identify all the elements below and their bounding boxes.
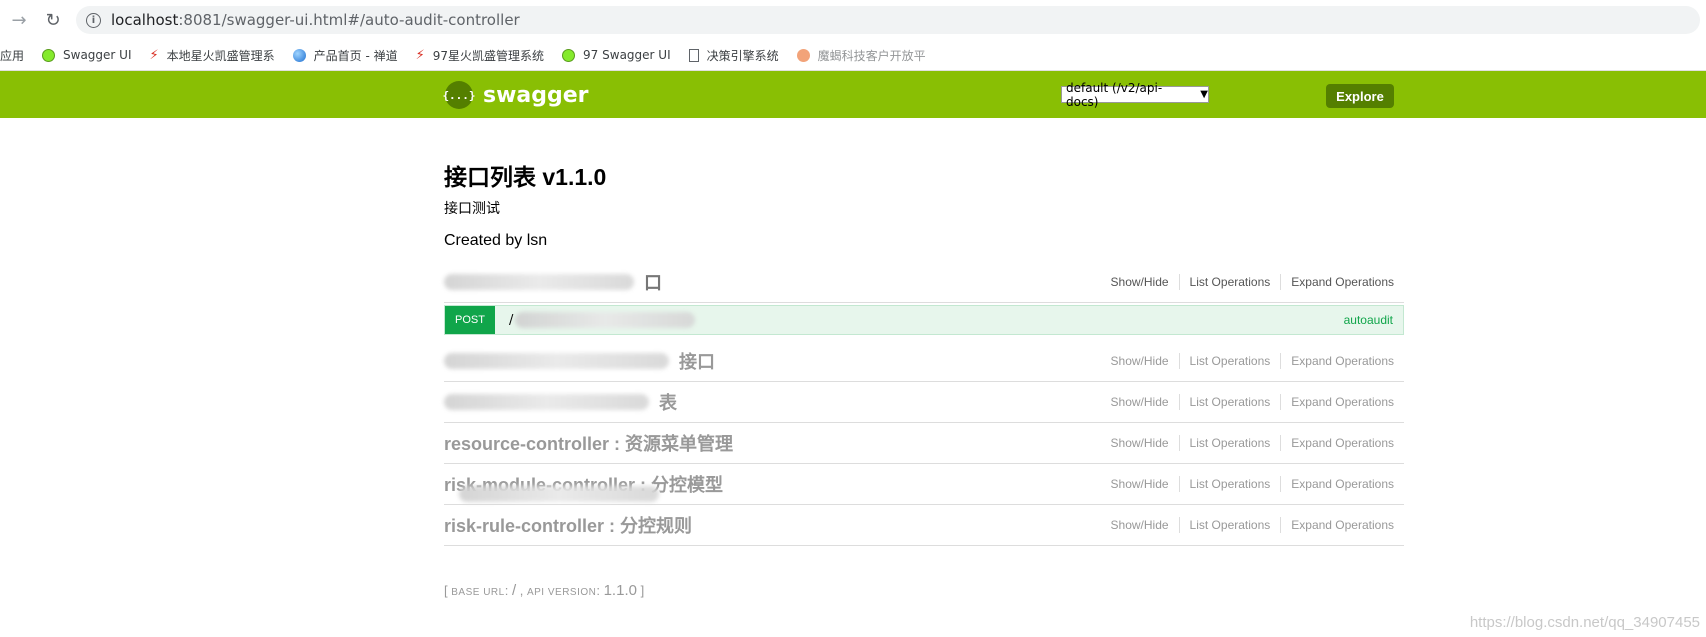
resource-operations: Show/Hide List Operations Expand Operati…: [1101, 435, 1404, 451]
list-operations-link[interactable]: List Operations: [1180, 354, 1281, 368]
bookmark-label: 产品首页 - 禅道: [313, 48, 398, 63]
red-logo-icon: ⚡: [149, 47, 159, 63]
api-content: 接口列表 v1.1.0 接口测试 Created by lsn 口 Show/H…: [444, 150, 1404, 599]
api-description: 接口测试: [444, 201, 500, 217]
base-url-value: /: [511, 582, 517, 599]
bookmark-moxie[interactable]: 魔蝎科技客户开放平: [796, 47, 926, 64]
bookmark-label: 魔蝎科技客户开放平: [817, 48, 926, 63]
swagger-logo-icon: {...}: [442, 81, 476, 109]
back-arrow-icon[interactable]: →: [2, 10, 36, 31]
resource-name[interactable]: 接口: [679, 348, 715, 374]
resource-name-text: 接口: [679, 352, 715, 372]
expand-operations-link[interactable]: Expand Operations: [1281, 395, 1404, 409]
redacted-blur: [444, 274, 634, 290]
red-logo-icon: ⚡: [415, 47, 425, 63]
spec-select[interactable]: default (/v2/api-docs) ▼: [1061, 81, 1209, 109]
api-version-value: 1.1.0: [603, 582, 637, 599]
globe-icon: [292, 48, 306, 62]
resource-name-text: 表: [659, 393, 677, 413]
list-operations-link[interactable]: List Operations: [1180, 518, 1281, 532]
swagger-logo[interactable]: {...} swagger: [442, 81, 589, 109]
expand-operations-link[interactable]: Expand Operations: [1281, 477, 1404, 491]
bookmark-97-system[interactable]: ⚡ 97星火凯盛管理系统: [416, 47, 544, 64]
resource-row: risk-rule-controller : 分控规则 Show/Hide Li…: [444, 505, 1404, 546]
bookmark-label: 应用: [0, 48, 25, 63]
swagger-logo-text: swagger: [483, 82, 589, 108]
resource-name[interactable]: 表: [659, 389, 677, 415]
resource-name[interactable]: resource-controller : 资源菜单管理: [444, 430, 733, 456]
swagger-icon: [42, 48, 56, 62]
operation-path[interactable]: /: [509, 313, 513, 328]
bookmark-label: 97星火凯盛管理系统: [432, 48, 545, 63]
resource-operations: Show/Hide List Operations Expand Operati…: [1101, 353, 1404, 369]
bookmark-97-swagger[interactable]: 97 Swagger UI: [562, 48, 671, 62]
expand-operations-link[interactable]: Expand Operations: [1281, 518, 1404, 532]
redacted-blur: [444, 394, 649, 410]
bookmark-zentao[interactable]: 产品首页 - 禅道: [292, 47, 398, 64]
address-bar[interactable]: i localhost:8081/swagger-ui.html#/auto-a…: [76, 6, 1700, 34]
expand-operations-link[interactable]: Expand Operations: [1281, 354, 1404, 368]
show-hide-link[interactable]: Show/Hide: [1101, 518, 1179, 532]
explore-button[interactable]: Explore: [1326, 84, 1394, 108]
orange-logo-icon: [796, 48, 810, 62]
redacted-blur: [515, 312, 695, 328]
redacted-blur: [459, 486, 659, 502]
show-hide-link[interactable]: Show/Hide: [1101, 395, 1179, 409]
bookmark-label: 97 Swagger UI: [583, 48, 671, 62]
base-url-footer: [ BASE URL: / , API VERSION: 1.1.0 ]: [444, 582, 645, 599]
list-operations-link[interactable]: List Operations: [1180, 395, 1281, 409]
list-operations-link[interactable]: List Operations: [1180, 436, 1281, 450]
api-created-by: Created by lsn: [444, 232, 548, 249]
show-hide-link[interactable]: Show/Hide: [1101, 436, 1179, 450]
api-title: 接口列表 v1.1.0: [444, 164, 607, 190]
resource-operations: Show/Hide List Operations Expand Operati…: [1101, 476, 1404, 492]
spec-select-value: default (/v2/api-docs): [1066, 80, 1163, 109]
bookmark-decision-engine[interactable]: 决策引擎系统: [688, 47, 779, 64]
watermark: https://blog.csdn.net/qq_34907455: [1469, 614, 1700, 631]
resource-row: 接口 Show/Hide List Operations Expand Oper…: [444, 341, 1404, 382]
api-version-label: API VERSION: [526, 587, 597, 598]
bookmark-label: Swagger UI: [63, 48, 132, 62]
bookmarks-bar: 应用 Swagger UI ⚡ 本地星火凯盛管理系 产品首页 - 禅道 ⚡ 97…: [0, 40, 1706, 71]
http-method-badge[interactable]: POST: [445, 306, 495, 334]
resource-row: 口 Show/Hide List Operations Expand Opera…: [444, 262, 1404, 303]
show-hide-link[interactable]: Show/Hide: [1101, 477, 1179, 491]
redacted-blur: [444, 353, 669, 369]
resource-operations: Show/Hide List Operations Expand Operati…: [1101, 517, 1404, 533]
bookmark-apps[interactable]: 应用: [0, 47, 24, 64]
info-icon[interactable]: i: [86, 12, 101, 28]
expand-operations-link[interactable]: Expand Operations: [1281, 275, 1404, 289]
resource-name[interactable]: 口: [644, 269, 662, 295]
resource-row: resource-controller : 资源菜单管理 Show/Hide L…: [444, 423, 1404, 464]
resource-list: 口 Show/Hide List Operations Expand Opera…: [444, 262, 1404, 546]
swagger-header: {...} swagger default (/v2/api-docs) ▼ E…: [0, 71, 1706, 118]
expand-operations-link[interactable]: Expand Operations: [1281, 436, 1404, 450]
url-path: :8081/swagger-ui.html#/auto-audit-contro…: [178, 11, 520, 29]
show-hide-link[interactable]: Show/Hide: [1101, 275, 1179, 289]
resource-row: 表 Show/Hide List Operations Expand Opera…: [444, 382, 1404, 423]
resource-name[interactable]: risk-rule-controller : 分控规则: [444, 512, 692, 538]
resource-operations: Show/Hide List Operations Expand Operati…: [1101, 274, 1404, 290]
url-host: localhost: [111, 11, 179, 29]
document-icon: [688, 48, 699, 62]
bookmark-swagger-ui[interactable]: Swagger UI: [42, 48, 132, 62]
swagger-icon: [562, 48, 576, 62]
reload-icon[interactable]: ↻: [36, 10, 70, 31]
list-operations-link[interactable]: List Operations: [1180, 275, 1281, 289]
bookmark-label: 本地星火凯盛管理系: [166, 48, 275, 63]
show-hide-link[interactable]: Show/Hide: [1101, 354, 1179, 368]
operation-tag[interactable]: autoaudit: [1344, 313, 1393, 327]
base-url-label: BASE URL: [451, 587, 505, 598]
dropdown-arrow-icon: ▼: [1200, 89, 1208, 100]
bookmark-local-system[interactable]: ⚡ 本地星火凯盛管理系: [150, 47, 275, 64]
operation-post[interactable]: POST / autoaudit: [444, 305, 1404, 335]
bookmark-label: 决策引擎系统: [706, 48, 779, 63]
resource-name-text: 口: [644, 273, 662, 293]
list-operations-link[interactable]: List Operations: [1180, 477, 1281, 491]
browser-address-row: → ↻ i localhost:8081/swagger-ui.html#/au…: [0, 0, 1706, 40]
resource-row: risk-module-controller : 分控模型 Show/Hide …: [444, 464, 1404, 505]
resource-operations: Show/Hide List Operations Expand Operati…: [1101, 394, 1404, 410]
